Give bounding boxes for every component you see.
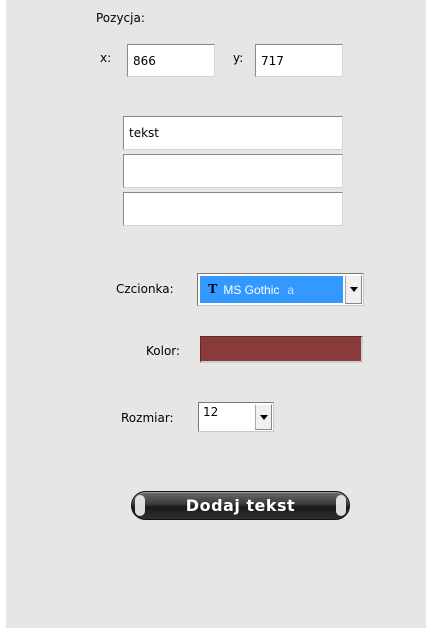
font-select[interactable]: T MS Gothic a	[197, 273, 364, 306]
button-left-highlight	[135, 495, 145, 516]
add-text-button-label: Dodaj tekst	[185, 496, 296, 515]
text-line-3-input[interactable]	[123, 192, 343, 226]
text-line-1-input[interactable]	[123, 116, 343, 150]
text-line-2-input[interactable]	[123, 154, 343, 188]
size-label: Rozmiar:	[121, 411, 174, 425]
y-label: y:	[233, 51, 244, 65]
truetype-font-icon: T	[208, 281, 218, 298]
text-tool-panel: Pozycja: x: y: Czcionka: T MS Gothic a K…	[6, 0, 426, 628]
font-label: Czcionka:	[116, 282, 174, 296]
color-label: Kolor:	[146, 344, 181, 358]
color-swatch[interactable]	[200, 336, 363, 363]
size-select[interactable]: 12	[198, 402, 274, 432]
size-dropdown-arrow[interactable]	[255, 404, 272, 430]
font-selected-item: T MS Gothic a	[200, 276, 343, 303]
add-text-button[interactable]: Dodaj tekst	[131, 491, 350, 520]
chevron-down-icon	[349, 287, 358, 292]
x-coordinate-input[interactable]	[127, 44, 215, 77]
chevron-down-icon	[259, 414, 268, 420]
font-preview-glyph: a	[287, 282, 295, 297]
x-label: x:	[100, 51, 112, 65]
font-dropdown-arrow[interactable]	[345, 275, 362, 304]
y-coordinate-input[interactable]	[255, 44, 343, 77]
position-title: Pozycja:	[96, 11, 145, 25]
font-selected-label: MS Gothic	[223, 282, 280, 297]
button-right-highlight	[336, 495, 346, 516]
size-selected-value: 12	[203, 405, 219, 419]
